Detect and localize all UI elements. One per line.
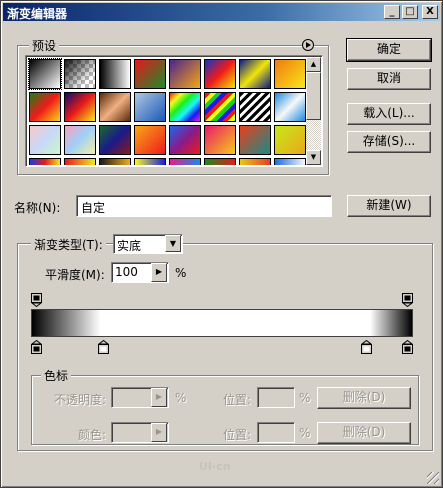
preset-swatch[interactable] bbox=[204, 158, 236, 165]
save-button[interactable]: 存储(S)... bbox=[347, 131, 431, 153]
preset-swatch[interactable] bbox=[64, 158, 96, 165]
color-stop-icon[interactable] bbox=[360, 339, 373, 354]
location-unit: % bbox=[299, 391, 311, 405]
ok-button[interactable]: 确定 bbox=[346, 38, 432, 62]
preset-swatch[interactable] bbox=[274, 125, 306, 155]
preset-swatch[interactable] bbox=[134, 92, 166, 122]
preset-swatch[interactable] bbox=[274, 59, 306, 89]
preset-swatch[interactable] bbox=[204, 125, 236, 155]
preset-swatch[interactable] bbox=[134, 158, 166, 165]
preset-swatch[interactable] bbox=[274, 158, 306, 165]
preset-swatch[interactable] bbox=[204, 92, 236, 122]
smoothness-slider-icon[interactable]: ▶ bbox=[151, 263, 167, 282]
presets-scrollbar[interactable]: ▲ ▼ bbox=[306, 57, 321, 165]
maximize-button[interactable]: □ bbox=[402, 5, 418, 19]
color-menu-icon[interactable]: ▶ bbox=[151, 423, 167, 442]
preset-swatch[interactable] bbox=[239, 59, 271, 89]
opacity-stop-icon[interactable] bbox=[401, 293, 414, 308]
opacity-unit: % bbox=[175, 391, 187, 405]
title-bar[interactable]: 渐变编辑器 _ □ X bbox=[3, 3, 440, 21]
color-label: 颜色: bbox=[78, 428, 107, 442]
delete-opacity-stop-button[interactable]: 删除(D) bbox=[317, 387, 411, 409]
preset-swatch[interactable] bbox=[64, 92, 96, 122]
preset-swatch[interactable] bbox=[134, 59, 166, 89]
presets-menu-icon[interactable] bbox=[302, 39, 314, 51]
preset-swatch[interactable] bbox=[99, 158, 131, 165]
opacity-stop-icon[interactable] bbox=[30, 293, 43, 308]
gradient-ramp[interactable] bbox=[31, 309, 413, 337]
gradient-editor-window: 渐变编辑器 _ □ X 预设 ▲ ▼ 确定 取消 载入(L)... 存储(S).… bbox=[0, 0, 443, 488]
scroll-up-button[interactable]: ▲ bbox=[306, 57, 321, 72]
preset-swatch[interactable] bbox=[204, 59, 236, 89]
new-button[interactable]: 新建(W) bbox=[347, 195, 431, 217]
preset-swatch[interactable] bbox=[169, 125, 201, 155]
gradient-type-dropdown-icon[interactable]: ▼ bbox=[165, 235, 181, 252]
close-button[interactable]: X bbox=[422, 5, 438, 19]
opacity-label: 不透明度: bbox=[54, 393, 107, 407]
location2-unit: % bbox=[299, 426, 311, 440]
smoothness-label: 平滑度(M): bbox=[45, 268, 105, 282]
minimize-button[interactable]: _ bbox=[384, 5, 400, 19]
scroll-thumb[interactable] bbox=[306, 72, 321, 120]
preset-swatch-grid bbox=[27, 57, 307, 165]
delete-color-stop-button[interactable]: 删除(D) bbox=[317, 422, 411, 444]
preset-swatch[interactable] bbox=[239, 92, 271, 122]
scroll-down-button[interactable]: ▼ bbox=[306, 150, 321, 165]
name-field[interactable]: 自定 bbox=[76, 195, 332, 217]
preset-swatch[interactable] bbox=[29, 125, 61, 155]
location2-input[interactable] bbox=[257, 422, 295, 443]
location-label: 位置: bbox=[223, 393, 252, 407]
cancel-button[interactable]: 取消 bbox=[347, 68, 431, 90]
preset-swatch[interactable] bbox=[99, 59, 131, 89]
watermark: UI·cn bbox=[199, 460, 231, 473]
color-stop-icon[interactable] bbox=[401, 339, 414, 354]
preset-swatch[interactable] bbox=[64, 59, 96, 89]
gradient-type-label: 渐变类型(T): bbox=[31, 236, 106, 253]
preset-swatch[interactable] bbox=[99, 125, 131, 155]
preset-swatch[interactable] bbox=[169, 92, 201, 122]
preset-swatch[interactable] bbox=[99, 92, 131, 122]
resize-grip-icon[interactable] bbox=[427, 472, 439, 484]
window-title: 渐变编辑器 bbox=[7, 7, 68, 21]
presets-label: 预设 bbox=[29, 37, 60, 54]
preset-swatch[interactable] bbox=[28, 58, 62, 90]
preset-swatch[interactable] bbox=[29, 92, 61, 122]
preset-swatch[interactable] bbox=[169, 158, 201, 165]
gradient-type-value: 实底 bbox=[117, 239, 142, 253]
color-stop-icon[interactable] bbox=[30, 339, 43, 354]
preset-swatch[interactable] bbox=[239, 158, 271, 165]
preset-swatch[interactable] bbox=[239, 125, 271, 155]
opacity-slider-icon[interactable]: ▶ bbox=[151, 388, 167, 407]
location2-label: 位置: bbox=[223, 428, 252, 442]
preset-swatch[interactable] bbox=[64, 125, 96, 155]
preset-swatch[interactable] bbox=[29, 158, 61, 165]
preset-swatch[interactable] bbox=[274, 92, 306, 122]
smoothness-percent: % bbox=[175, 266, 187, 280]
name-label: 名称(N): bbox=[14, 201, 61, 215]
stops-label: 色标 bbox=[41, 367, 72, 384]
preset-swatch[interactable] bbox=[134, 125, 166, 155]
preset-swatch[interactable] bbox=[169, 59, 201, 89]
load-button[interactable]: 载入(L)... bbox=[347, 103, 431, 125]
location-input[interactable] bbox=[257, 387, 295, 408]
color-stop-icon[interactable] bbox=[97, 339, 110, 354]
